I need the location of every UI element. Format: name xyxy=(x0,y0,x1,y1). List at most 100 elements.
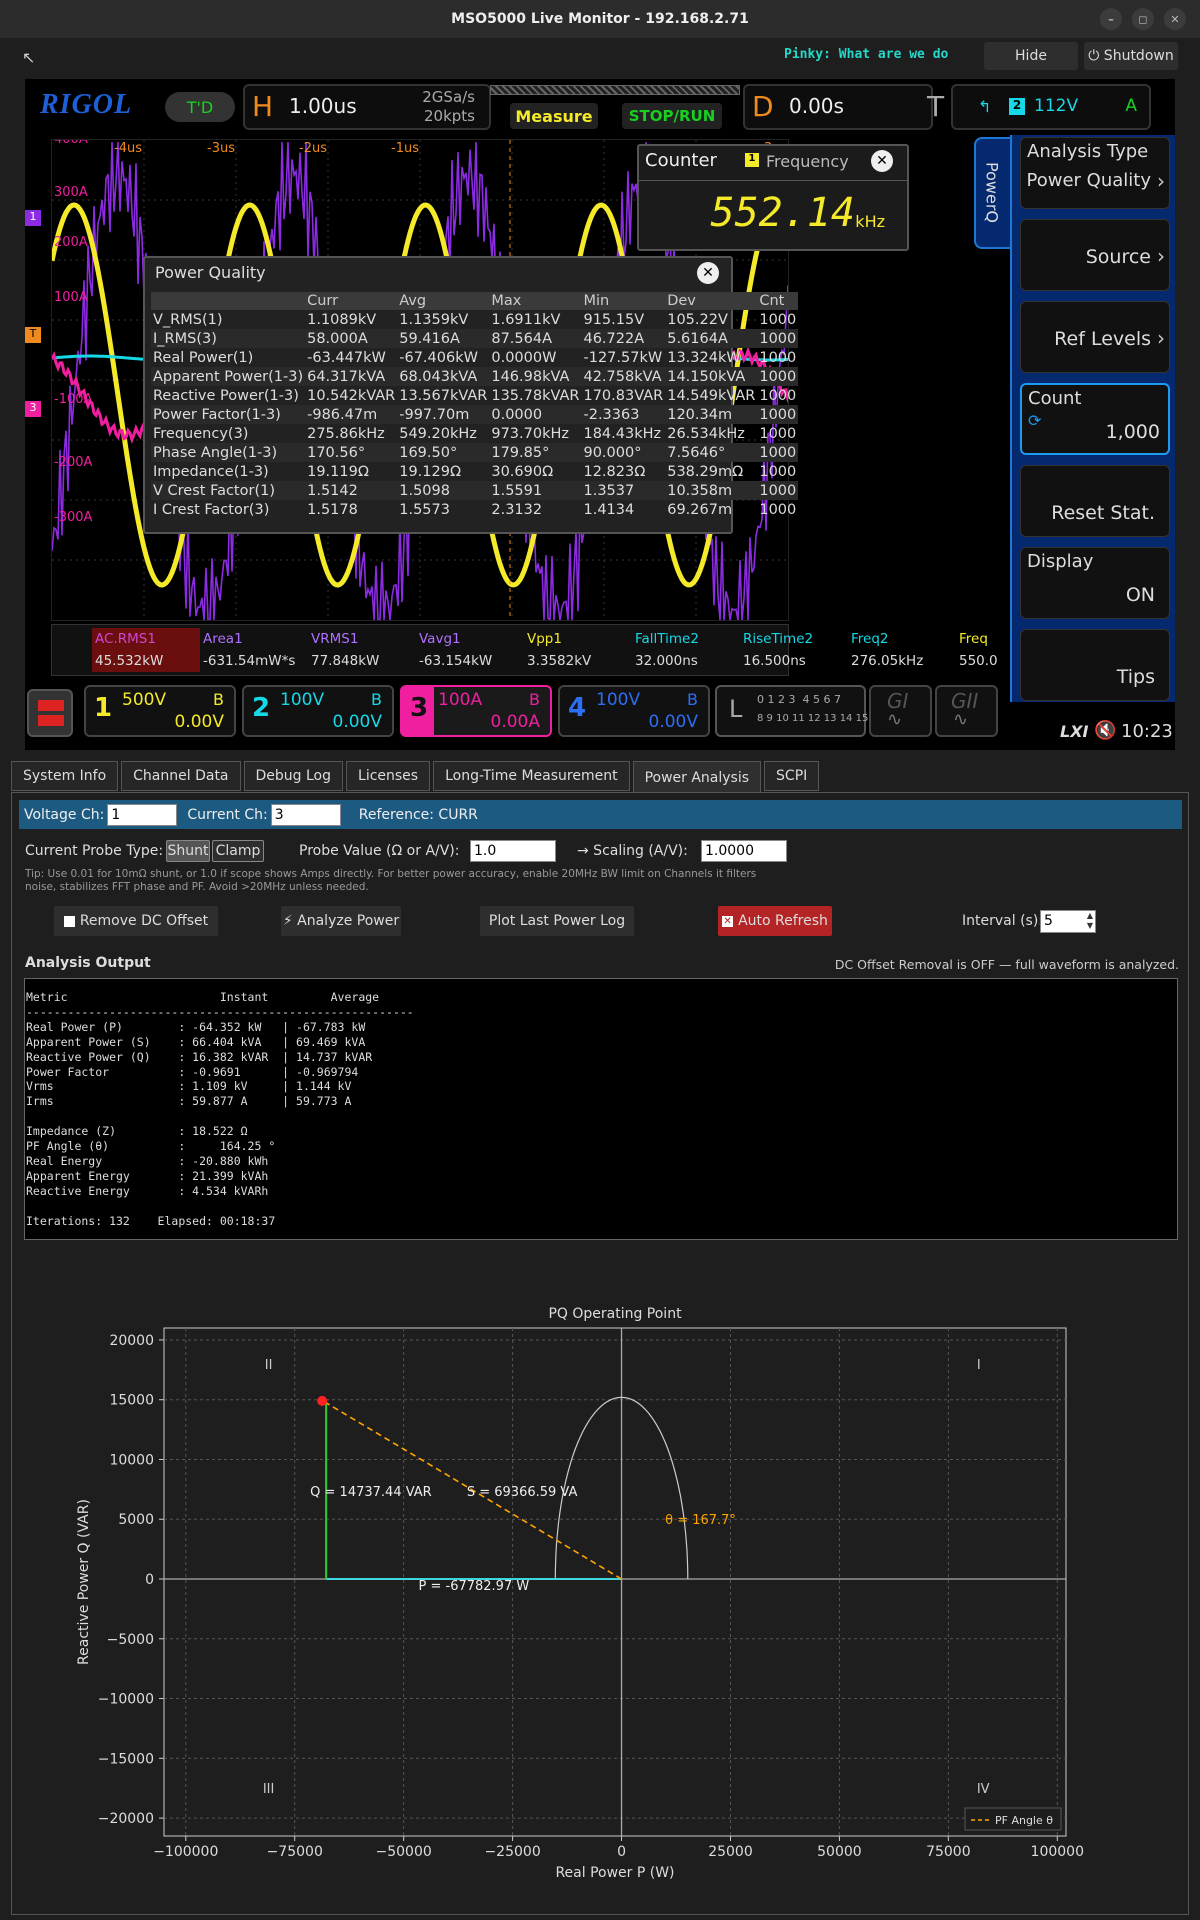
voltage-ch-label: Voltage Ch: xyxy=(24,806,105,823)
display-button[interactable]: Display ON xyxy=(1020,547,1170,619)
source-button[interactable]: Source › xyxy=(1020,219,1170,291)
interval-spinbox[interactable]: 5 ▲ ▼ xyxy=(1040,910,1096,933)
measurement-item[interactable]: Vavg1 -63.154kW xyxy=(416,628,524,672)
measurement-item[interactable]: FallTime2 32.000ns xyxy=(632,628,740,672)
speaker-muted-icon[interactable]: 🔇 xyxy=(1094,720,1116,741)
tab-power-analysis[interactable]: Power Analysis xyxy=(632,761,762,794)
pq-header: Cnt xyxy=(757,292,799,310)
window-titlebar: MSO5000 Live Monitor - 192.168.2.71 – ◻ … xyxy=(0,0,1200,38)
quadrant-label: III xyxy=(263,1782,275,1797)
pq-cell: 915.15V xyxy=(583,311,645,328)
counter-close-icon[interactable]: ✕ xyxy=(871,150,893,172)
pq-cell: 1000 xyxy=(757,329,799,348)
horizontal-box[interactable]: H 1.00us 2GSa/s 20kpts xyxy=(243,84,491,130)
pq-row: Frequency(3) 275.86kHz 549.20kHz 973.70kHz 1… xyxy=(151,424,798,443)
pq-cell: 10.542kVAR xyxy=(307,387,396,404)
logic-channel-button[interactable]: L 0 1 2 3 4 5 6 7 8 9 10 11 12 13 14 15 xyxy=(715,685,868,737)
measurement-value: 550.0 xyxy=(959,653,998,669)
pq-cell: 68.043kVA xyxy=(397,367,490,386)
analysis-type-button[interactable]: Analysis Type Power Quality › xyxy=(1020,137,1170,209)
reset-stat-button[interactable]: Reset Stat. xyxy=(1020,465,1170,537)
measurement-item[interactable]: AC.RMS1 45.532kW xyxy=(92,628,200,672)
clock: 10:23 xyxy=(1121,721,1173,742)
analysis-type-label: Analysis Type xyxy=(1027,141,1149,162)
measurement-name: Area1 xyxy=(203,631,243,647)
measurement-item[interactable]: Freq 550.0 xyxy=(956,628,1064,672)
s-annotation: S = 69366.59 VA xyxy=(467,1485,578,1500)
analysis-output-text[interactable]: Metric Instant Average -----------------… xyxy=(24,978,1178,1240)
timeline-overview xyxy=(490,85,740,95)
current-ch-label: Current Ch: xyxy=(187,806,268,823)
trigger-box[interactable]: T ↰ 2 112V A xyxy=(927,84,1151,130)
remove-dc-offset-checkbox[interactable]: Remove DC Offset xyxy=(54,906,218,936)
analyze-power-button[interactable]: ⚡ Analyze Power xyxy=(281,906,401,936)
pq-cell: 1.3537 xyxy=(581,481,666,500)
pq-cell: 179.85° xyxy=(489,443,582,462)
clamp-button[interactable]: Clamp xyxy=(212,840,264,862)
tab-long-time-measurement[interactable]: Long-Time Measurement xyxy=(433,761,630,791)
measurement-bar: AC.RMS1 45.532kW Area1 -631.54mW*s VRMS1 77.8… xyxy=(51,624,998,676)
sample-rate: 2GSa/s xyxy=(422,88,475,106)
channel-b: B xyxy=(529,690,540,709)
maximize-button[interactable]: ◻ xyxy=(1132,8,1154,30)
count-button[interactable]: Count ⟳ 1,000 xyxy=(1020,383,1170,455)
close-window-button[interactable]: ✕ xyxy=(1164,8,1186,30)
channel-scale: 100A xyxy=(438,690,483,710)
pq-cell: 12.823Ω xyxy=(583,463,646,480)
current-ch-input[interactable] xyxy=(270,803,341,826)
tab-system-info[interactable]: System Info xyxy=(11,761,119,791)
tab-debug-log[interactable]: Debug Log xyxy=(243,761,344,791)
tab-channel-data[interactable]: Channel Data xyxy=(121,761,241,791)
measurement-value: 32.000ns xyxy=(635,653,698,669)
pq-metric: Impedance(1-3) xyxy=(153,463,269,480)
hide-button[interactable]: Hide xyxy=(984,42,1078,70)
grid-menu-icon xyxy=(38,700,64,726)
generator1-button[interactable]: GI ∿ xyxy=(869,685,932,737)
measure-button[interactable]: Measure xyxy=(510,103,598,129)
delay-box[interactable]: D 0.00s xyxy=(743,84,933,130)
counter-channel: 1 xyxy=(745,153,759,167)
shunt-button[interactable]: Shunt xyxy=(166,840,210,862)
spin-up-icon[interactable]: ▲ xyxy=(1087,911,1093,920)
minimize-button[interactable]: – xyxy=(1100,8,1122,30)
measurement-name: RiseTime2 xyxy=(743,631,814,647)
tab-scpi[interactable]: SCPI xyxy=(764,761,820,791)
measurement-item[interactable]: Area1 -631.54mW*s xyxy=(200,628,308,672)
voltage-ch-input[interactable] xyxy=(107,803,178,826)
dc-status-text: DC Offset Removal is OFF — full waveform… xyxy=(834,957,1179,972)
powerq-tab[interactable]: PowerQ xyxy=(974,137,1010,249)
pq-header xyxy=(151,292,306,310)
measurement-item[interactable]: Freq2 276.05kHz xyxy=(848,628,956,672)
channel-3-button[interactable]: 3 100A B 0.00A xyxy=(400,685,552,737)
measurement-item[interactable]: RiseTime2 16.500ns xyxy=(740,628,848,672)
plot-last-power-log-button[interactable]: Plot Last Power Log xyxy=(480,906,634,936)
amplitude-tick: 400A xyxy=(54,139,88,147)
generator2-button[interactable]: GII ∿ xyxy=(935,685,998,737)
stop-run-button[interactable]: STOP/RUN xyxy=(622,103,722,129)
delay-value: 0.00s xyxy=(789,94,844,118)
y-tick-label: 0 xyxy=(145,1572,154,1588)
pq-metric: V Crest Factor(1) xyxy=(151,481,306,500)
channel-4-button[interactable]: 4 100V B 0.00V xyxy=(558,685,710,737)
pq-cell: 10.358m xyxy=(665,481,758,500)
scaling-input[interactable] xyxy=(701,840,787,862)
app-toolbar: ↖ Pinky: What are we do Hide ⏻ Shutdown xyxy=(0,38,1200,74)
lxi-logo: LXI xyxy=(1060,722,1089,741)
shutdown-button[interactable]: ⏻ Shutdown xyxy=(1084,42,1178,70)
spin-down-icon[interactable]: ▼ xyxy=(1087,921,1093,930)
measurement-item[interactable]: Vpp1 3.3582kV xyxy=(524,628,632,672)
ref-levels-button[interactable]: Ref Levels › xyxy=(1020,301,1170,373)
probe-value-input[interactable] xyxy=(470,840,556,862)
tab-licenses[interactable]: Licenses xyxy=(346,761,431,791)
app-menu-button[interactable] xyxy=(27,689,73,737)
pq-header: Avg xyxy=(397,292,490,310)
measurement-item[interactable]: VRMS1 77.848kW xyxy=(308,628,416,672)
auto-refresh-checkbox[interactable]: ✕ Auto Refresh xyxy=(718,906,832,936)
checkbox-icon xyxy=(63,915,75,927)
measurement-name: Freq2 xyxy=(851,631,889,647)
pq-cell: 105.22V xyxy=(667,311,728,328)
probe-value-label: Probe Value (Ω or A/V): xyxy=(299,843,460,859)
pq-close-icon[interactable]: ✕ xyxy=(697,262,719,284)
channel-2-button[interactable]: 2 100V B 0.00V xyxy=(242,685,394,737)
channel-1-button[interactable]: 1 500V B 0.00V xyxy=(84,685,236,737)
